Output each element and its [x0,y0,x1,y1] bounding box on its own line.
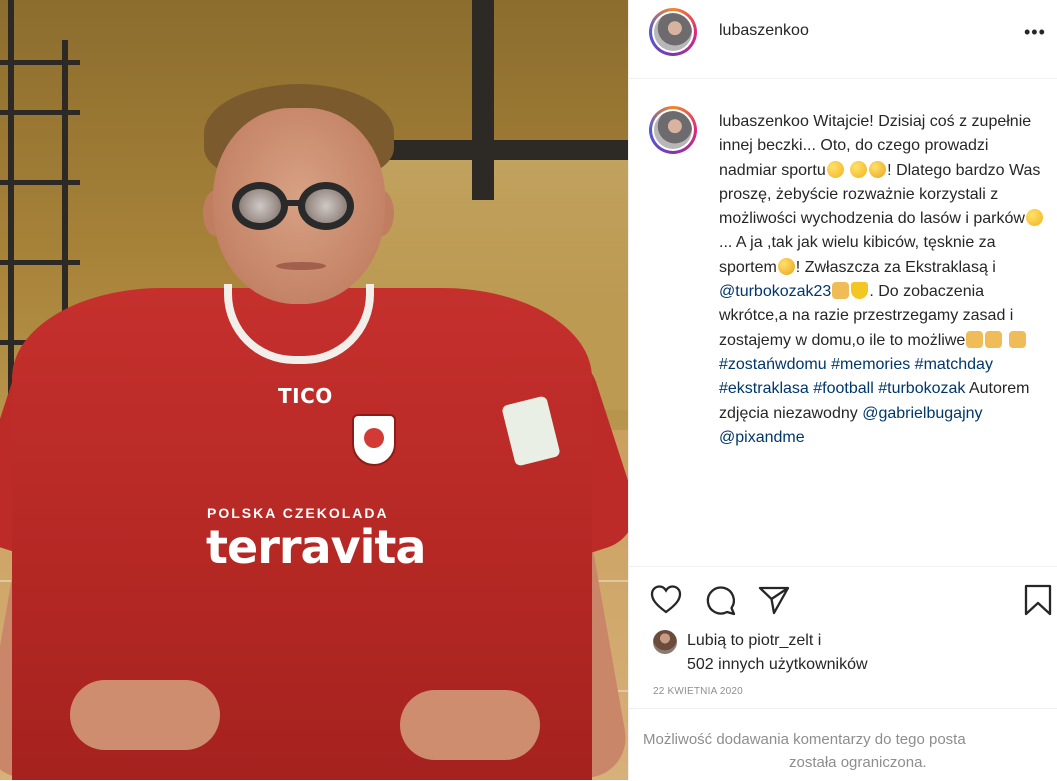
mention-link[interactable]: @turbokozak23 [719,283,831,300]
hashtag-link[interactable]: #football [813,380,874,397]
likes-section: Lubią to piotr_zelt i 502 innych użytkow… [629,626,1057,686]
mention-link[interactable]: @gabrielbugajny [862,405,982,422]
yellow-heart-emoji-icon [851,282,869,300]
club-badge-icon [352,414,396,466]
thumbs-up-emoji-icon [832,282,850,300]
instagram-post: TICO POLSKA CZEKOLADA terravita lubaszen… [0,0,1057,780]
right-lens [298,182,354,230]
clapping-hands-emoji-icon [985,330,1003,348]
post-actions [629,566,1057,627]
disappointed-face-emoji-icon [777,257,795,275]
post-caption: lubaszenkoo Witajcie! Dzisiaj coś z zupe… [719,110,1049,450]
comment-icon[interactable] [703,583,737,617]
hashtag-link[interactable]: #memories [831,356,910,373]
comments-disabled-notice: Możliwość dodawania komentarzy do tego p… [629,708,1057,781]
persevering-face-emoji-icon [869,160,887,178]
shirt-brand-logo: TICO [278,384,333,408]
hashtag-link[interactable]: #matchday [915,356,993,373]
likes-text[interactable]: Lubią to piotr_zelt i [687,632,821,650]
hashtag-link[interactable]: #turbokozak [878,380,965,397]
likes-count[interactable]: 502 innych użytkowników [687,656,868,674]
post-side-panel: lubaszenkoo ••• lubaszenkoo Witajcie! Dz… [628,0,1057,780]
comments-disabled-text: Możliwość dodawania komentarzy do tego p… [643,731,966,748]
caption-avatar[interactable] [649,106,697,154]
comments-disabled-text: została ograniczona. [789,754,927,771]
flushed-face-emoji-icon [826,160,844,178]
left-lens [232,182,288,230]
heart-icon[interactable] [649,583,683,617]
username-link[interactable]: lubaszenkoo [719,22,809,40]
post-header: lubaszenkoo ••• [629,0,1057,79]
mention-link[interactable]: @pixandme [719,429,805,446]
left-hand [70,680,220,750]
profile-avatar[interactable] [649,8,697,56]
pointing-hand-emoji-icon [1008,330,1026,348]
smiling-face-emoji-icon [1025,209,1043,227]
post-photo[interactable]: TICO POLSKA CZEKOLADA terravita [0,0,628,780]
post-date[interactable]: 22 KWIETNIA 2020 [653,686,743,697]
hashtag-link[interactable]: #ekstraklasa [719,380,809,397]
liker-avatar[interactable] [653,630,677,654]
sponsor-logo: terravita [206,520,426,574]
bookmark-icon[interactable] [1021,583,1055,617]
glasses-bridge [286,200,300,206]
right-hand [400,690,540,760]
person: TICO POLSKA CZEKOLADA terravita [0,0,628,780]
sponsor-tagline: POLSKA CZEKOLADA [207,505,389,521]
paper-plane-icon[interactable] [757,583,791,617]
hashtag-link[interactable]: #zostańwdomu [719,356,827,373]
more-options-icon[interactable]: ••• [1024,22,1046,43]
caption-username[interactable]: lubaszenkoo [719,113,809,130]
smiling-face-emoji-icon [850,160,868,178]
folded-hands-emoji-icon [966,330,984,348]
mouth [276,262,326,270]
caption-text: ! Zwłaszcza za Ekstraklasą i [795,258,996,276]
